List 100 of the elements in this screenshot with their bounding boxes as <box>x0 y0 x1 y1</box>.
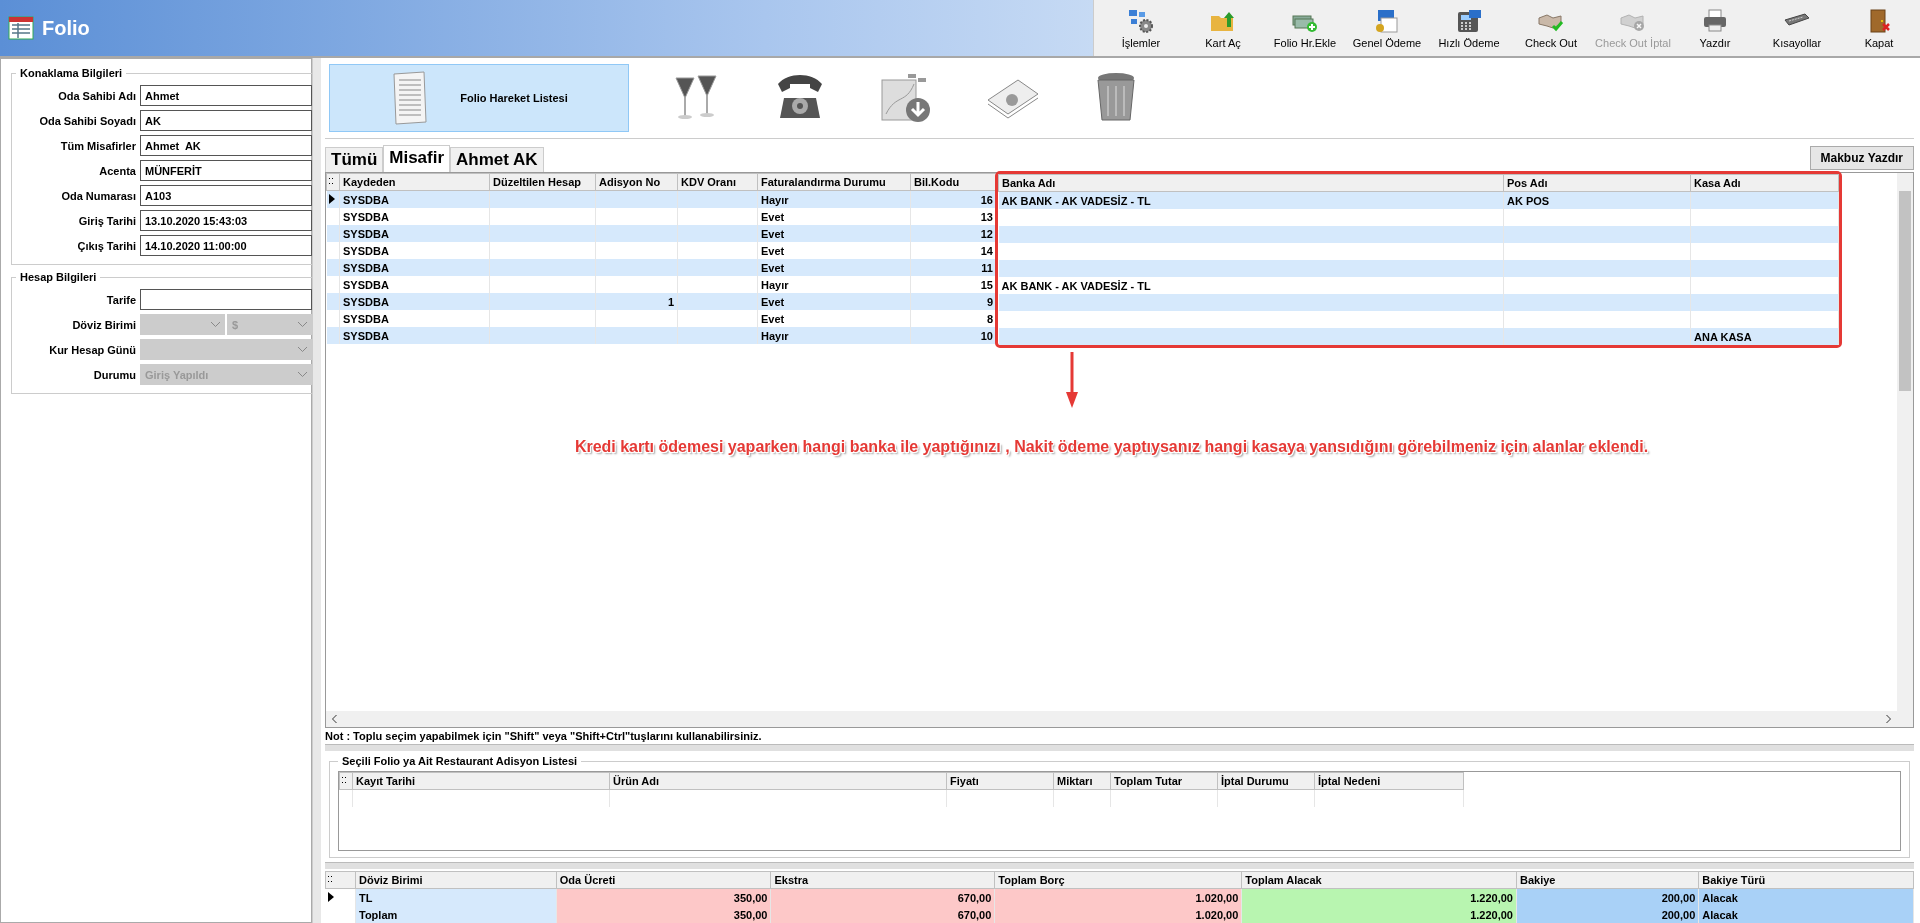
column-header[interactable]: Banka Adı <box>998 174 1504 192</box>
card-icon <box>1373 7 1401 34</box>
toolbar-button[interactable]: Kart Aç <box>1182 0 1264 56</box>
table-cell: 11 <box>981 261 993 274</box>
group-title: Hesap Bilgileri <box>19 271 98 283</box>
input-field[interactable]: Ahmet <box>140 85 312 106</box>
chevron-down-icon <box>298 347 307 352</box>
gears-icon <box>1127 7 1155 34</box>
annotation-text: Kredi kartı ödemesi yaparken hangi banka ile yaptığınızı , Nakit ödeme yaptıysanız hangi kasaya yansıdığını görebilmeniz için alanlar eklendi. <box>574 438 1649 456</box>
splitter[interactable] <box>325 862 1914 869</box>
current-row-icon <box>327 891 334 902</box>
table-cell: SYSDBA <box>343 244 389 257</box>
table-cell: Evet <box>761 244 785 257</box>
table-cell: 16 <box>980 193 993 206</box>
table-cell: SYSDBA <box>343 329 389 342</box>
tab[interactable]: Ahmet AK <box>450 147 544 172</box>
table-cell: 1.020,00 <box>994 906 1242 923</box>
field-label: Giriş Tarihi <box>77 214 136 227</box>
table-cell: 670,00 <box>770 906 995 923</box>
tab[interactable]: Misafir <box>383 145 451 172</box>
table-cell: SYSDBA <box>343 261 389 274</box>
vertical-scrollbar[interactable] <box>1897 173 1913 727</box>
toolbar-button[interactable]: Kapat <box>1838 0 1920 56</box>
field-label: Oda Sahibi Soyadı <box>38 114 136 127</box>
column-header[interactable]: Kaydeden <box>339 173 490 191</box>
table-cell: 350,00 <box>556 906 771 923</box>
table-cell: 12 <box>980 227 993 240</box>
toolbar-button[interactable]: Hızlı Ödeme <box>1428 0 1510 56</box>
column-header[interactable]: Döviz Birimi <box>355 871 557 889</box>
group-title: Konaklama Bilgileri <box>19 67 124 79</box>
column-header[interactable]: Ürün Adı <box>609 772 947 790</box>
table-cell: Hayır <box>761 193 789 206</box>
chevron-down-icon <box>298 322 307 327</box>
input-field[interactable]: AK <box>140 110 312 131</box>
chevron-down-icon <box>298 372 307 377</box>
table-cell: ANA KASA <box>1694 330 1752 343</box>
toolbar-button[interactable]: İşlemler <box>1100 0 1182 56</box>
column-header[interactable]: KDV Oranı <box>677 173 758 191</box>
splitter[interactable] <box>325 744 1914 751</box>
table-cell: 8 <box>986 312 993 325</box>
field-label: Kur Hesap Günü <box>48 343 136 356</box>
toolbar-button[interactable]: Check Out <box>1510 0 1592 56</box>
grid-corner-icon <box>329 178 334 185</box>
table-cell: Evet <box>761 261 785 274</box>
field-label: Döviz Birimi <box>71 318 136 331</box>
table-cell: AK BANK - AK VADESİZ - TL <box>1001 279 1151 292</box>
column-header[interactable]: Oda Ücreti <box>556 871 771 889</box>
column-header[interactable]: Toplam Tutar <box>1110 772 1218 790</box>
printer-icon <box>1701 7 1729 34</box>
column-header[interactable]: Faturalandırma Durumu <box>757 173 911 191</box>
column-header[interactable]: Bakiye <box>1516 871 1699 889</box>
column-header[interactable]: İptal Durumu <box>1217 772 1315 790</box>
column-header[interactable]: Kasa Adı <box>1690 174 1839 192</box>
table-cell: AK BANK - AK VADESİZ - TL <box>1001 194 1151 207</box>
input-field[interactable]: Ahmet AK <box>140 135 312 156</box>
column-header[interactable]: Bakiye Türü <box>1698 871 1914 889</box>
column-header[interactable]: Adisyon No <box>595 173 678 191</box>
column-header[interactable]: Ekstra <box>770 871 995 889</box>
input-field[interactable]: A103 <box>140 185 312 206</box>
column-header[interactable]: Pos Adı <box>1503 174 1691 192</box>
column-header[interactable]: Düzeltilen Hesap <box>489 173 596 191</box>
grid-corner-icon <box>342 777 347 784</box>
toolbar-button[interactable]: Folio Hr.Ekle <box>1264 0 1346 56</box>
folio-grid-icon <box>8 15 34 41</box>
table-cell: Evet <box>761 295 785 308</box>
view-button[interactable]: Folio Hareket Listesi <box>329 64 629 132</box>
field-label: Oda Sahibi Adı <box>57 89 136 102</box>
input-field[interactable]: 14.10.2020 11:00:00 <box>140 235 312 256</box>
field-label: Durumu <box>92 368 136 381</box>
card-terminal-icon <box>1455 7 1483 34</box>
column-header[interactable]: Bil.Kodu <box>910 173 997 191</box>
table-cell: 15 <box>980 278 993 291</box>
field-label: Oda Numarası <box>60 189 136 202</box>
print-receipt-button[interactable]: Makbuz Yazdır <box>1809 146 1914 170</box>
toolbar-button[interactable]: Yazdır <box>1674 0 1756 56</box>
column-header[interactable]: Toplam Alacak <box>1241 871 1517 889</box>
hint-text: Not : Toplu seçim yapabilmek için "Shift" veya "Shift+Ctrl"tuşlarını kullanabilirsiniz. <box>325 729 763 744</box>
column-header[interactable]: Kayıt Tarihi <box>352 772 610 790</box>
column-header[interactable]: Toplam Borç <box>994 871 1242 889</box>
toolbar-button[interactable]: Kısayollar <box>1756 0 1838 56</box>
table-cell: SYSDBA <box>343 227 389 240</box>
column-header[interactable]: İptal Nedeni <box>1314 772 1464 790</box>
table-cell: Evet <box>761 227 785 240</box>
input-field[interactable]: MÜNFERİT <box>140 160 312 181</box>
tab[interactable]: Tümü <box>325 147 384 172</box>
column-header[interactable]: Fiyatı <box>946 772 1054 790</box>
current-row-icon <box>328 193 335 204</box>
toolbar-button[interactable]: Genel Ödeme <box>1346 0 1428 56</box>
table-cell: SYSDBA <box>343 210 389 223</box>
horizontal-scrollbar[interactable] <box>326 711 1897 727</box>
input-field[interactable] <box>140 289 312 310</box>
field-label: Tüm Misafirler <box>59 139 136 152</box>
table-cell: SYSDBA <box>343 295 389 308</box>
input-field[interactable]: 13.10.2020 15:43:03 <box>140 210 312 231</box>
column-header[interactable]: Miktarı <box>1053 772 1111 790</box>
arrow-icon <box>1064 352 1079 408</box>
table-cell: 9 <box>986 295 993 308</box>
scroll-left-icon <box>332 715 337 723</box>
table-cell: 14 <box>980 244 993 257</box>
table-cell: SYSDBA <box>343 312 389 325</box>
